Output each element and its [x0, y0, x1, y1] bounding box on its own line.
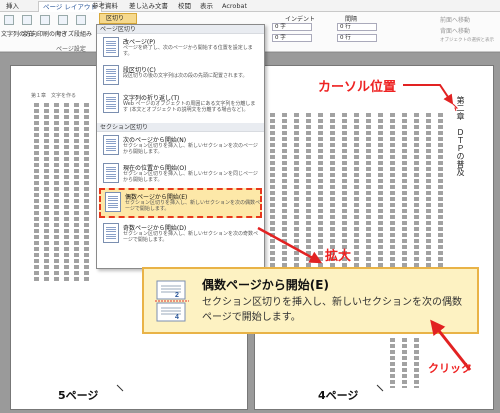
zoomed-item-desc: セクション区切りを挿入し、新しいセクションを次の偶数ページで開始します。 — [202, 297, 462, 323]
text-column — [34, 103, 39, 283]
menu-item-odd-page[interactable]: 奇数ページから開始(D) セクション区切りを挿入し、新しいセクションを次の奇数ペ… — [99, 221, 262, 247]
text-column — [426, 113, 431, 283]
zoomed-item-title: 偶数ページから開始(E) — [202, 278, 329, 292]
text-column — [378, 113, 383, 283]
text-column — [390, 113, 395, 283]
page-5-label: 5ページ — [58, 389, 99, 402]
indent-left-field[interactable]: 0 字 — [272, 23, 312, 31]
text-column — [64, 103, 69, 283]
text-column — [414, 113, 419, 283]
menu-item-desc: セクション区切りを挿入し、新しいセクションを同じページから開始します。 — [123, 171, 258, 183]
columns-icon[interactable] — [76, 15, 86, 25]
text-direction-icon[interactable] — [4, 15, 14, 25]
text-column — [366, 113, 371, 283]
text-column — [74, 103, 79, 283]
zoom-label: 拡大 — [325, 249, 352, 264]
tab-references[interactable]: 参考資料 — [88, 1, 122, 12]
tab-acrobat[interactable]: Acrobat — [218, 1, 251, 12]
indent-label: インデント — [285, 16, 316, 23]
orientation-icon[interactable] — [40, 15, 50, 25]
tab-mailings[interactable]: 差し込み文書 — [125, 1, 172, 12]
text-wrapping-icon — [103, 93, 119, 113]
menu-item-text-wrapping[interactable]: 文字列の折り返し(T) Web ページのオブジェクトの周囲にある文字列を分離しま… — [99, 91, 262, 121]
menu-item-desc: 段区切りの後の文字列は次の段の先頭に配置されます。 — [123, 73, 248, 79]
text-column — [54, 103, 59, 283]
menu-item-page-break[interactable]: 改ページ(P) ページを終了し、次のページから開始する位置を設定します。 — [99, 35, 262, 61]
spacing-label: 間隔 — [345, 16, 358, 23]
text-column — [270, 113, 275, 283]
menu-item-continuous[interactable]: 現在の位置から開始(O) セクション区切りを挿入し、新しいセクションを同じページ… — [99, 161, 262, 187]
page-right: 第二章 ＤＴＰの普及 — [254, 65, 494, 410]
zoomed-menu-item: 2 4 偶数ページから開始(E) セクション区切りを挿入し、新しいセクションを次… — [142, 267, 479, 334]
continuous-icon — [103, 163, 119, 183]
text-column — [318, 113, 323, 283]
margins-icon[interactable] — [22, 15, 32, 25]
tab-review[interactable]: 校閲 — [174, 1, 195, 12]
even-page-icon — [105, 192, 121, 212]
tab-insert[interactable]: 挿入 — [2, 1, 23, 12]
svg-text:4: 4 — [175, 314, 179, 321]
text-column — [402, 338, 407, 388]
text-column — [282, 113, 287, 283]
text-column — [294, 113, 299, 283]
size-icon[interactable] — [58, 15, 68, 25]
text-column — [414, 338, 419, 388]
left-page-header: 第１章 文字を作る — [31, 93, 77, 99]
even-page-section-icon: 2 4 — [155, 280, 189, 322]
bring-forward-button[interactable]: 前面へ移動 — [440, 15, 470, 24]
size-label: サイズ — [56, 31, 74, 38]
text-column — [44, 103, 49, 283]
menu-section-section-breaks: セクション区切り — [97, 123, 264, 132]
ribbon-tabs: 挿入 ページ レイアウト 参考資料 差し込み文書 校閲 表示 Acrobat — [0, 0, 500, 12]
breaks-dropdown-menu: ページ区切り 改ページ(P) ページを終了し、次のページから開始する位置を設定し… — [96, 24, 265, 269]
menu-section-page-breaks: ページ区切り — [97, 25, 264, 34]
indent-right-field[interactable]: 0 字 — [272, 34, 312, 42]
spacing-before-field[interactable]: 0 行 — [337, 23, 377, 31]
page-break-icon — [103, 37, 119, 57]
menu-item-desc: Web ページのオブジェクトの周囲にある文字列を分離します (本文とオブジェクト… — [123, 101, 256, 113]
menu-item-desc: セクション区切りを挿入し、新しいセクションを次のページから開始します。 — [123, 143, 258, 155]
text-column — [402, 113, 407, 283]
column-break-icon — [103, 65, 119, 85]
tab-view[interactable]: 表示 — [196, 1, 217, 12]
click-label: クリック — [428, 362, 472, 375]
chapter-heading: 第二章 ＤＴＰの普及 — [456, 96, 465, 176]
menu-item-column-break[interactable]: 段区切り(C) 段区切りの後の文字列は次の段の先頭に配置されます。 — [99, 63, 262, 89]
odd-page-icon — [103, 223, 119, 243]
page-4-label: 4ページ — [318, 389, 359, 402]
text-column — [306, 113, 311, 283]
menu-item-desc: セクション区切りを挿入し、新しいセクションを次の偶数ページで開始します。 — [125, 200, 261, 212]
spacing-after-field[interactable]: 0 行 — [337, 34, 377, 42]
page-setup-group-label: ページ設定 — [56, 46, 86, 53]
next-page-icon — [103, 135, 119, 155]
cursor-position-label: カーソル位置 — [318, 80, 397, 95]
columns-label: 段組み — [74, 31, 93, 38]
menu-item-desc: ページを終了し、次のページから開始する位置を設定します。 — [123, 45, 253, 57]
svg-text:2: 2 — [175, 292, 179, 299]
text-column — [390, 338, 395, 388]
selection-pane-button[interactable]: オブジェクトの選択と表示 — [440, 37, 494, 43]
send-backward-button[interactable]: 背面へ移動 — [440, 26, 470, 35]
margins-label: 余白 — [22, 31, 35, 38]
menu-item-desc: セクション区切りを挿入し、新しいセクションを次の奇数ページで開始します。 — [123, 231, 259, 243]
menu-item-even-page[interactable]: 偶数ページから開始(E) セクション区切りを挿入し、新しいセクションを次の偶数ペ… — [99, 188, 262, 218]
text-column — [438, 113, 443, 283]
text-column — [354, 113, 359, 283]
menu-item-next-page[interactable]: 次のページから開始(N) セクション区切りを挿入し、新しいセクションを次のページ… — [99, 133, 262, 159]
text-column — [84, 103, 89, 283]
breaks-dropdown-button[interactable]: 区切り — [99, 13, 137, 24]
